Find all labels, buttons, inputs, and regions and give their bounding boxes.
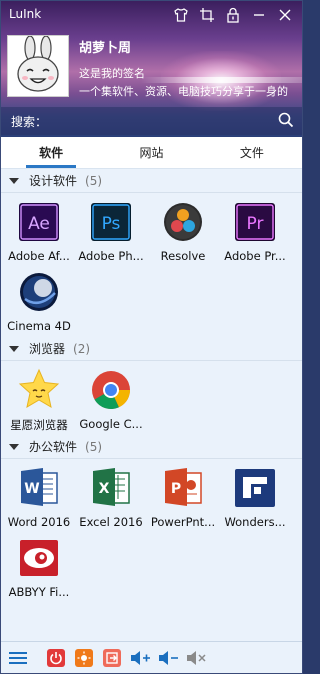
search-label: 搜索： [11, 115, 48, 129]
search-bar: 搜索： [1, 107, 302, 135]
group-name: 办公软件 [29, 440, 78, 454]
app-tile[interactable]: Resolve [147, 195, 219, 265]
app-label: ABBYY Fi... [8, 585, 70, 599]
app-label: Word 2016 [7, 515, 71, 529]
lock-icon[interactable] [222, 5, 244, 25]
volume-up-icon[interactable] [129, 647, 151, 669]
svg-text:Ae: Ae [28, 214, 50, 234]
app-label: Adobe Pr... [224, 249, 286, 263]
bottom-toolbar [1, 641, 302, 673]
svg-text:P: P [171, 481, 181, 497]
svg-text:W: W [24, 481, 39, 497]
app-label: Adobe Af... [8, 249, 70, 263]
window-title: LuInk [9, 7, 42, 21]
minimize-icon[interactable] [248, 5, 270, 25]
user-signature: 这是我的签名 [79, 67, 145, 80]
app-tile[interactable]: Pr Adobe Pr... [219, 195, 291, 265]
caret-down-icon [9, 443, 19, 450]
header: LuInk 胡萝卜周 这是我的签名 一个集软件、资源、电脑技巧分享于一身的 搜索… [1, 1, 302, 137]
shirt-icon[interactable] [170, 5, 192, 25]
group-header-browsers[interactable]: 浏览器 (2) [1, 337, 302, 361]
sun-icon[interactable] [73, 647, 95, 669]
svg-text:Ps: Ps [102, 214, 121, 234]
app-label: Cinema 4D [7, 319, 71, 333]
app-tile[interactable]: ABBYY Fi... [3, 531, 75, 601]
close-icon[interactable] [274, 5, 296, 25]
group-header-office[interactable]: 办公软件 (5) [1, 435, 302, 459]
group-count: (5) [85, 173, 103, 188]
star-browser-icon [18, 368, 60, 409]
app-label: 星愿浏览器 [10, 418, 68, 432]
app-grid-office: W Word 2016 X Excel 2016 P PowerPnt... W… [1, 459, 302, 603]
app-label: Google C... [79, 417, 143, 431]
photoshop-icon: Ps [91, 203, 131, 241]
svg-text:Pr: Pr [247, 214, 264, 234]
cinema4d-icon [20, 273, 58, 311]
app-grid-browsers: 星愿浏览器 Google C... [1, 361, 302, 435]
after-effects-icon: Ae [19, 203, 59, 241]
power-icon[interactable] [45, 647, 67, 669]
app-label: Wonders... [224, 515, 286, 529]
app-label: PowerPnt... [150, 515, 216, 529]
menu-icon[interactable] [7, 647, 29, 669]
wondershare-icon [235, 469, 275, 507]
abbyy-icon [20, 540, 58, 576]
caret-down-icon [9, 177, 19, 184]
word-icon: W [21, 468, 58, 506]
exit-icon[interactable] [101, 647, 123, 669]
premiere-icon: Pr [235, 203, 275, 241]
davinci-resolve-icon [164, 203, 202, 241]
app-tile[interactable]: P PowerPnt... [147, 461, 219, 531]
chrome-icon [92, 371, 130, 409]
group-name: 设计软件 [29, 174, 78, 188]
app-tile[interactable]: X Excel 2016 [75, 461, 147, 531]
app-tile[interactable]: Cinema 4D [3, 265, 75, 335]
group-header-design[interactable]: 设计软件 (5) [1, 169, 302, 193]
app-tile[interactable]: Wonders... [219, 461, 291, 531]
app-grid-design: Ae Adobe Af... Ps Adobe Ph... Resolve Pr… [1, 193, 302, 337]
tab-bar: 软件 网站 文件 [1, 137, 302, 169]
search-input[interactable] [47, 110, 267, 132]
app-label: Adobe Ph... [78, 249, 144, 263]
tab-websites[interactable]: 网站 [101, 137, 201, 168]
excel-icon: X [93, 468, 130, 506]
tab-files[interactable]: 文件 [202, 137, 302, 168]
app-tile[interactable]: 星愿浏览器 [3, 363, 75, 433]
group-count: (5) [85, 439, 103, 454]
window-controls [170, 5, 296, 25]
avatar[interactable] [7, 35, 69, 97]
crop-icon[interactable] [196, 5, 218, 25]
user-nickname: 胡萝卜周 [79, 41, 132, 56]
app-label: Resolve [160, 249, 206, 263]
group-count: (2) [73, 341, 91, 356]
tab-software[interactable]: 软件 [1, 137, 101, 168]
group-name: 浏览器 [29, 342, 66, 356]
app-window: LuInk 胡萝卜周 这是我的签名 一个集软件、资源、电脑技巧分享于一身的 搜索… [0, 0, 303, 674]
caret-down-icon [9, 345, 19, 352]
content-panel: 软件 网站 文件 设计软件 (5) Ae Adobe Af... Ps Adob… [1, 137, 302, 641]
app-tile[interactable]: W Word 2016 [3, 461, 75, 531]
powerpoint-icon: P [165, 468, 202, 506]
app-tile[interactable]: Ps Adobe Ph... [75, 195, 147, 265]
app-tile[interactable]: Ae Adobe Af... [3, 195, 75, 265]
mute-icon[interactable] [185, 647, 207, 669]
volume-down-icon[interactable] [157, 647, 179, 669]
app-label: Excel 2016 [79, 515, 143, 529]
svg-text:X: X [99, 481, 110, 497]
app-tile[interactable]: Google C... [75, 363, 147, 433]
user-signature-detail: 一个集软件、资源、电脑技巧分享于一身的 [79, 85, 288, 98]
search-icon[interactable] [278, 112, 294, 131]
